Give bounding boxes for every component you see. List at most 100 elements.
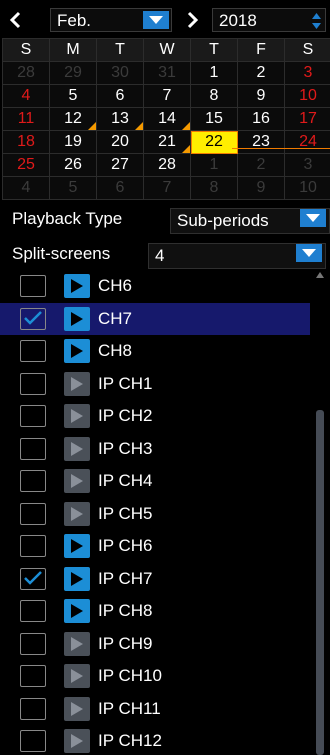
calendar-day[interactable]: 4 [2,84,50,108]
calendar-day[interactable]: 3 [284,153,330,177]
channel-row[interactable]: IP CH11 [0,693,310,725]
channel-checkbox[interactable] [20,697,46,720]
calendar-day[interactable]: 6 [96,84,144,108]
calendar-day[interactable]: 12 [49,107,97,131]
channel-checkbox[interactable] [20,535,46,557]
play-icon[interactable] [64,566,90,591]
play-icon[interactable] [64,436,90,461]
play-icon[interactable] [64,306,90,331]
calendar-day[interactable]: 15 [190,107,238,131]
channel-list[interactable]: CH6 CH7 CH8 IP CH1 IP CH2 IP CH3 IP CH4 IP CH5 I… [0,268,330,755]
channel-checkbox[interactable] [20,567,46,590]
channel-checkbox[interactable] [20,470,46,492]
calendar-day[interactable]: 23 [237,130,285,154]
channel-checkbox[interactable] [20,340,46,362]
calendar-day[interactable]: 4 [2,176,50,200]
calendar-day[interactable]: 6 [96,176,144,200]
scrollbar-thumb[interactable] [316,410,324,755]
calendar-day[interactable]: 19 [49,130,97,154]
calendar-day[interactable]: 29 [49,61,97,85]
play-icon[interactable] [64,696,90,721]
calendar-day[interactable]: 27 [96,153,144,177]
month-dropdown-button[interactable] [143,11,169,29]
calendar-day[interactable]: 13 [96,107,144,131]
calendar-day[interactable]: 31 [143,61,191,85]
calendar-day[interactable]: 18 [2,130,50,154]
channel-checkbox[interactable] [20,600,46,622]
channel-row[interactable]: CH7 [0,302,310,335]
channel-row[interactable]: IP CH4 [0,465,310,497]
channel-checkbox[interactable] [20,665,46,687]
channel-row[interactable]: IP CH7 [0,563,310,595]
channel-checkbox[interactable] [20,437,46,460]
play-icon[interactable] [64,371,90,396]
calendar-day[interactable]: 25 [2,153,50,177]
calendar-day[interactable]: 30 [96,61,144,85]
playback-type-dropdown-button[interactable] [300,209,326,227]
calendar-day[interactable]: 20 [96,130,144,154]
calendar-day[interactable]: 8 [190,84,238,108]
calendar-day-number: 4 [21,87,31,104]
calendar-day[interactable]: 14 [143,107,191,131]
calendar-day[interactable]: 8 [190,176,238,200]
play-icon[interactable] [64,274,90,298]
channel-row[interactable]: IP CH1 [0,368,310,400]
play-icon[interactable] [64,664,90,688]
channel-row[interactable]: IP CH12 [0,725,310,755]
channel-row[interactable]: IP CH3 [0,433,310,465]
prev-month-button[interactable] [4,6,26,34]
calendar-day[interactable]: 21 [143,130,191,154]
calendar-day[interactable]: 17 [284,107,330,131]
channel-row[interactable]: CH6 [0,270,310,302]
channel-checkbox[interactable] [20,502,46,525]
channel-row[interactable]: IP CH8 [0,595,310,627]
play-icon[interactable] [64,469,90,493]
channel-row[interactable]: IP CH5 [0,498,310,530]
play-icon[interactable] [64,631,90,656]
calendar-day[interactable]: 7 [143,176,191,200]
channel-row[interactable]: IP CH9 [0,628,310,660]
calendar-day[interactable]: 1 [190,61,238,85]
play-icon[interactable] [64,501,90,526]
calendar-day[interactable]: 28 [2,61,50,85]
channel-row[interactable]: CH8 [0,335,310,367]
calendar-day[interactable]: 1 [190,153,238,177]
split-screens-dropdown-button[interactable] [296,244,322,262]
next-month-button[interactable] [182,6,204,34]
calendar-day[interactable]: 11 [2,107,50,131]
scroll-up-icon[interactable] [316,272,324,278]
calendar-day[interactable]: 24 [284,130,330,154]
year-spinbox[interactable]: 2018 [212,8,326,32]
calendar-day[interactable]: 5 [49,176,97,200]
play-icon[interactable] [64,534,90,558]
month-select[interactable]: Feb. [50,8,172,32]
channel-checkbox[interactable] [20,275,46,297]
month-value: Feb. [57,11,92,30]
play-icon[interactable] [64,404,90,428]
calendar-day[interactable]: 2 [237,153,285,177]
calendar-day[interactable]: 9 [237,84,285,108]
calendar-day[interactable]: 5 [49,84,97,108]
calendar-day-selected[interactable]: 22 [190,130,238,154]
spin-arrows-icon[interactable] [312,12,321,30]
play-icon[interactable] [64,339,90,363]
calendar-day[interactable]: 7 [143,84,191,108]
channel-row[interactable]: IP CH6 [0,530,310,562]
calendar-day[interactable]: 26 [49,153,97,177]
channel-checkbox[interactable] [20,730,46,752]
play-icon[interactable] [64,729,90,753]
calendar-day[interactable]: 3 [284,61,330,85]
calendar-day[interactable]: 16 [237,107,285,131]
calendar-day[interactable]: 2 [237,61,285,85]
channel-checkbox[interactable] [20,372,46,395]
channel-checkbox[interactable] [20,405,46,427]
calendar-day[interactable]: 10 [284,176,330,200]
channel-checkbox[interactable] [20,632,46,655]
channel-checkbox[interactable] [20,307,46,330]
calendar-day[interactable]: 28 [143,153,191,177]
channel-row[interactable]: IP CH2 [0,400,310,432]
calendar-day[interactable]: 10 [284,84,330,108]
calendar-day[interactable]: 9 [237,176,285,200]
play-icon[interactable] [64,599,90,623]
channel-row[interactable]: IP CH10 [0,660,310,692]
